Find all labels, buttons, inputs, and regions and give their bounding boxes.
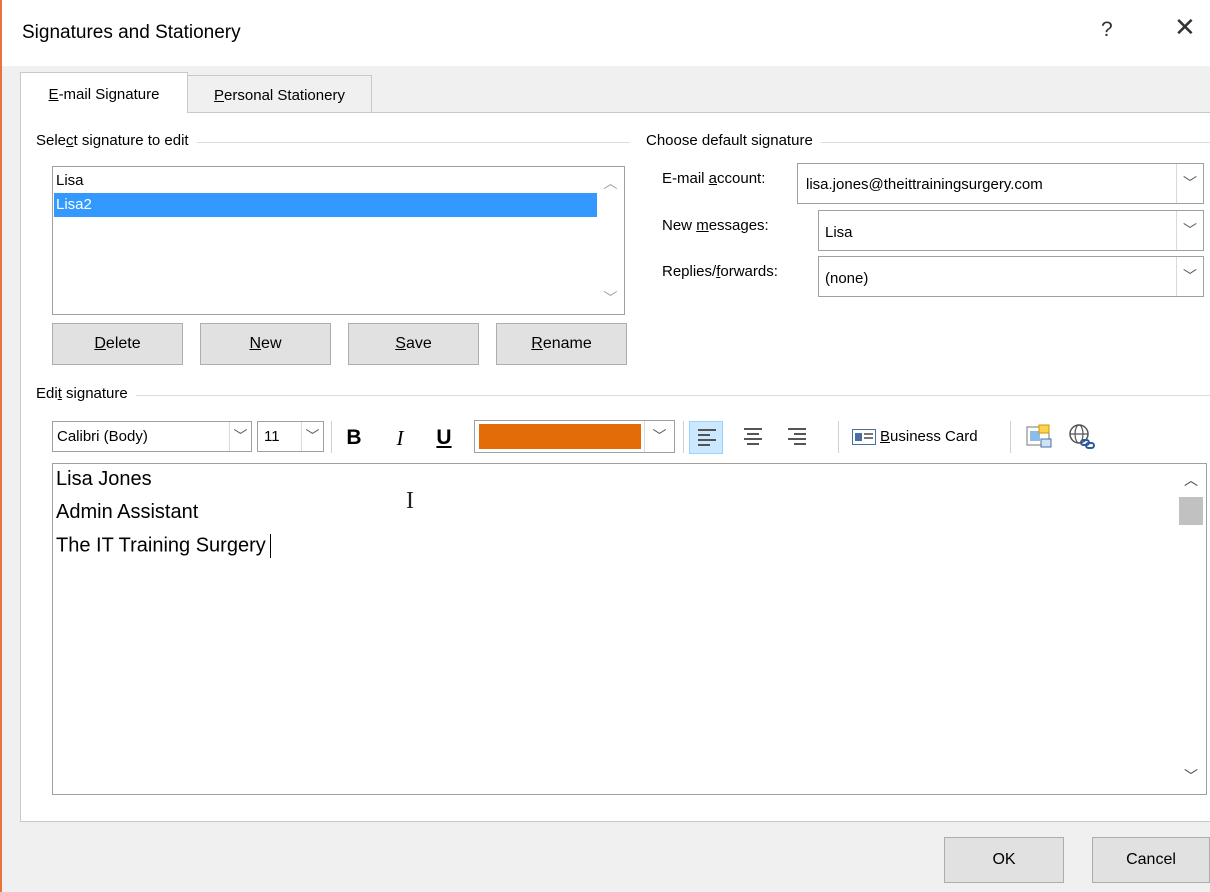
title-bar: Signatures and Stationery ? ✕ [2,0,1210,66]
signature-list[interactable]: Lisa Lisa2 ︿ ﹀ [52,166,625,315]
chevron-down-icon[interactable]: ﹀ [644,421,674,452]
group-divider [40,395,1210,396]
chevron-down-icon[interactable]: ﹀ [597,288,624,308]
font-size-select[interactable]: 11 ﹀ [257,421,324,452]
new-messages-label: New messages: [662,217,769,234]
business-card-button[interactable]: Business Card [846,420,978,454]
tab-email-signature[interactable]: E-mail Signature [20,72,188,113]
chevron-down-icon[interactable]: ﹀ [1176,766,1206,786]
toolbar-separator [1010,421,1011,453]
font-color-swatch [479,424,641,449]
tab-personal-stationery[interactable]: Personal Stationery [188,75,372,112]
chevron-up-icon[interactable]: ︿ [597,173,624,193]
replies-forwards-select[interactable]: (none) ﹀ [818,256,1204,297]
signature-line: Lisa Jones [56,468,152,490]
toolbar-separator [331,421,332,453]
email-account-label: E-mail account: [662,170,766,187]
close-icon[interactable]: ✕ [1174,14,1196,40]
align-right-button[interactable] [780,421,814,454]
list-item[interactable]: Lisa [54,169,597,193]
picture-icon [1026,424,1052,448]
bold-button[interactable]: B [340,423,368,453]
hyperlink-icon [1069,424,1095,449]
align-left-button[interactable] [689,421,723,454]
signature-editor[interactable]: Lisa Jones Admin Assistant The IT Traini… [52,463,1207,795]
editor-scrollbar[interactable]: ︿ ﹀ [1176,464,1206,794]
align-center-button[interactable] [736,421,770,454]
insert-hyperlink-button[interactable] [1068,423,1096,456]
chevron-down-icon[interactable]: ﹀ [1176,257,1203,296]
underline-button[interactable]: U [430,423,458,453]
select-signature-label: Select signature to edit [36,132,197,149]
email-account-select[interactable]: lisa.jones@theittrainingsurgery.com ﹀ [797,163,1204,204]
chevron-down-icon[interactable]: ﹀ [1176,211,1203,250]
chevron-down-icon[interactable]: ﹀ [229,422,251,451]
toolbar-separator [683,421,684,453]
help-button[interactable]: ? [1101,18,1113,42]
edit-signature-label: Edit signature [36,385,136,402]
list-item-selected[interactable]: Lisa2 [54,193,597,217]
ok-button[interactable]: OK [944,837,1064,883]
delete-button[interactable]: Delete [52,323,183,365]
list-scrollbar[interactable]: ︿ ﹀ [597,167,624,314]
rename-button[interactable]: Rename [496,323,627,365]
font-select[interactable]: Calibri (Body) ﹀ [52,421,252,452]
chevron-down-icon[interactable]: ﹀ [301,422,323,451]
text-cursor-icon: I [406,488,414,514]
choose-default-label: Choose default signature [646,132,821,149]
replies-forwards-label: Replies/forwards: [662,263,778,280]
new-messages-select[interactable]: Lisa ﹀ [818,210,1204,251]
text-caret [269,534,271,558]
new-button[interactable]: New [200,323,331,365]
dialog-title: Signatures and Stationery [22,22,241,43]
save-button[interactable]: Save [348,323,479,365]
business-card-icon [852,429,876,446]
signature-line: Admin Assistant [56,501,199,523]
signature-line: The IT Training Surgery [56,534,271,558]
insert-picture-button[interactable] [1025,423,1053,456]
italic-button[interactable]: I [386,423,414,453]
chevron-up-icon[interactable]: ︿ [1176,470,1206,490]
scroll-thumb[interactable] [1179,497,1203,525]
chevron-down-icon[interactable]: ﹀ [1176,164,1203,203]
toolbar-separator [838,421,839,453]
font-color-select[interactable]: ﹀ [474,420,675,453]
cancel-button[interactable]: Cancel [1092,837,1210,883]
